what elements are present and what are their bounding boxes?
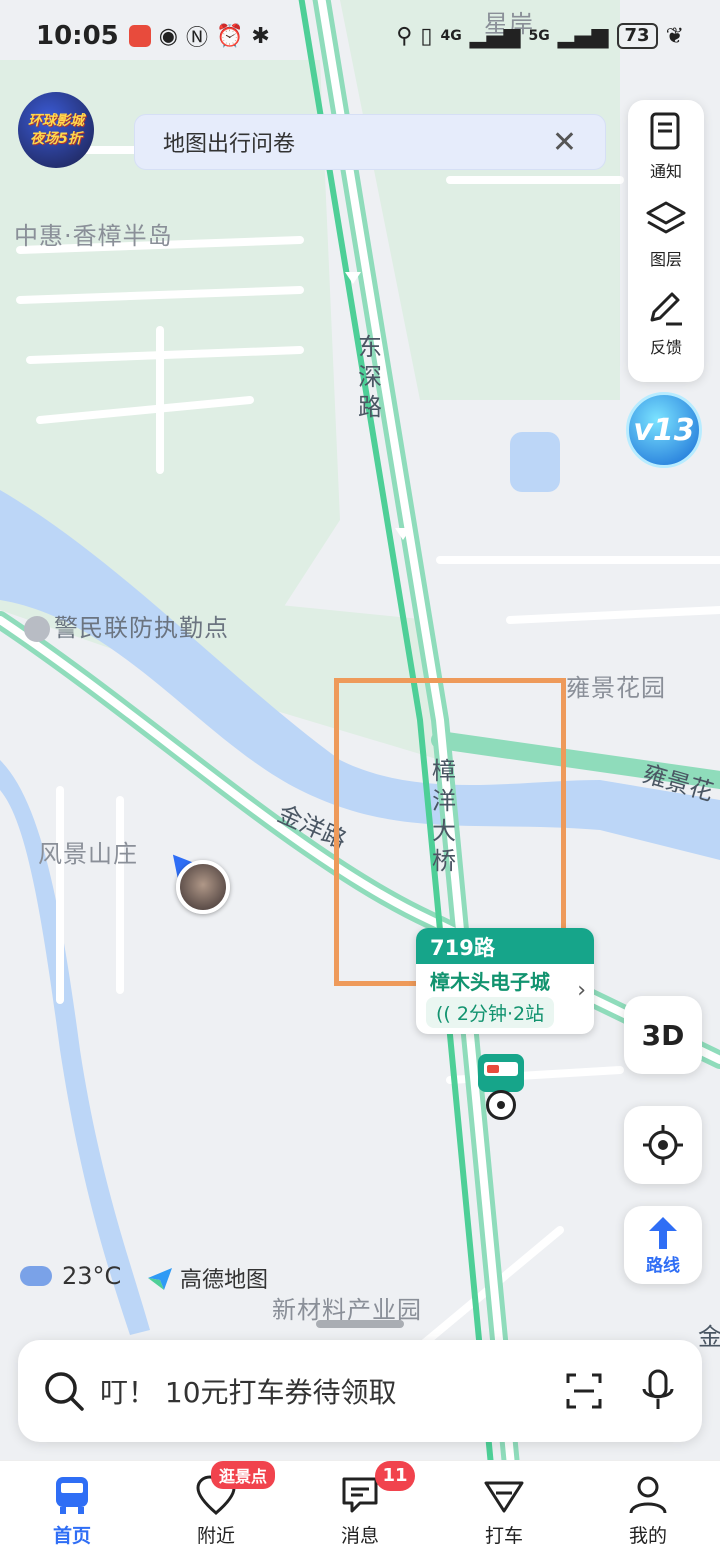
nfc-icon: Ⓝ — [185, 26, 208, 51]
promo-badge[interactable]: 环球影城 夜场5折 — [18, 92, 94, 168]
search-icon — [45, 1372, 84, 1411]
poi-label: 警民联防执勤点 — [24, 608, 229, 643]
poi-label: 中惠·香樟半岛 — [14, 222, 173, 250]
route-button[interactable]: 路线 — [624, 1206, 702, 1284]
signal-icon: ▂▄▆ — [469, 23, 521, 49]
signal-icon: ▂▄▆ — [557, 23, 609, 49]
notice-label: 通知 — [649, 162, 682, 181]
tab-badge: 逛景点 — [211, 1461, 276, 1489]
cloud-icon — [20, 1266, 52, 1286]
alarm-icon: ⏰ — [215, 23, 244, 49]
tab-label: 附近 — [196, 1525, 235, 1547]
tab-label: 首页 — [52, 1525, 91, 1547]
search-bar[interactable]: 叮！ 10元打车券待领取 — [18, 1340, 702, 1442]
layers-button[interactable]: 图层 — [644, 198, 688, 286]
3d-toggle-button[interactable]: 3D — [624, 996, 702, 1074]
user-location-avatar[interactable] — [176, 860, 230, 914]
notice-button[interactable]: 通知 — [644, 110, 688, 198]
close-icon[interactable]: ✕ — [552, 125, 577, 160]
bus-eta: (( 2分钟·2站 — [426, 997, 555, 1028]
locate-button[interactable] — [624, 1106, 702, 1184]
route-arrow-icon — [649, 1216, 677, 1249]
microphone-icon[interactable] — [638, 1369, 678, 1413]
crosshair-icon — [643, 1125, 683, 1165]
brand-logo: 高德地图 — [146, 1262, 268, 1294]
map-tools-panel: 通知 图层 反馈 — [628, 100, 704, 382]
bus-stop-marker — [486, 1090, 516, 1120]
tab-profile[interactable]: 我的 — [593, 1473, 703, 1548]
route-label: 路线 — [646, 1255, 680, 1276]
network-4g-label: 4G — [440, 28, 462, 44]
status-right-icons: ⚲ ▯ 4G ▂▄▆ 5G ▂▄▆ 73 ❦ — [396, 23, 684, 49]
eye-icon: ◉ — [158, 23, 178, 49]
tab-taxi[interactable]: 打车 — [449, 1473, 559, 1548]
feedback-button[interactable]: 反馈 — [644, 286, 688, 374]
promo-line2: 夜场5折 — [30, 131, 82, 147]
network-5g-label: 5G — [528, 28, 550, 44]
app-notification-icon — [128, 25, 151, 47]
user-icon — [629, 1476, 667, 1514]
tab-nearby[interactable]: 逛景点 附近 — [161, 1461, 276, 1548]
taxi-icon — [484, 1481, 524, 1513]
bus-arrival-card[interactable]: 719路 樟木头电子城 (( 2分钟·2站 › — [416, 928, 594, 1034]
signal-wave-icon: (( — [436, 1003, 451, 1025]
road-label: 东深路 — [358, 333, 382, 421]
bluetooth-icon: ✱ — [251, 23, 270, 49]
bus-stop-name: 樟木头电子城 — [430, 970, 550, 994]
tab-label: 消息 — [340, 1525, 379, 1547]
status-left-icons: ◉ Ⓝ ⏰ ✱ — [128, 20, 270, 52]
tab-label: 打车 — [484, 1525, 523, 1547]
search-promo-text: 叮！ 10元打车券待领取 — [100, 1376, 397, 1409]
unread-count-badge: 11 — [375, 1461, 415, 1491]
survey-text: 地图出行问卷 — [163, 132, 296, 157]
drag-handle[interactable] — [316, 1320, 404, 1328]
notice-icon — [650, 112, 680, 150]
bottom-tab-bar: 首页 逛景点 附近 11 消息 打车 我的 — [0, 1460, 720, 1560]
road-label: 金 — [698, 1323, 720, 1351]
bus-icon — [56, 1477, 88, 1514]
vibrate-icon: ▯ — [420, 23, 433, 49]
brand-name: 高德地图 — [180, 1268, 269, 1293]
clock: 10:05 — [36, 21, 119, 51]
survey-banner[interactable]: 地图出行问卷 ✕ — [134, 114, 606, 170]
location-icon: ⚲ — [396, 23, 413, 49]
status-bar: 10:05 ◉ Ⓝ ⏰ ✱ ⚲ ▯ 4G ▂▄▆ 5G ▂▄▆ 73 ❦ — [0, 0, 720, 72]
chevron-right-icon: › — [577, 978, 586, 1003]
scan-icon[interactable] — [564, 1371, 604, 1411]
layers-icon — [646, 201, 686, 234]
poi-label: 风景山庄 — [38, 840, 138, 868]
star-pin-icon — [24, 616, 50, 642]
feedback-label: 反馈 — [649, 338, 682, 357]
poi-label: 雍景花园 — [566, 674, 666, 702]
tab-home[interactable]: 首页 — [17, 1473, 127, 1548]
tab-messages[interactable]: 11 消息 — [305, 1461, 415, 1548]
vip-level-badge[interactable]: v13 — [626, 392, 702, 468]
promo-line1: 环球影城 — [28, 113, 84, 129]
weather-temp: 23°C — [62, 1262, 122, 1290]
pencil-icon — [650, 292, 682, 326]
leaf-icon: ❦ — [665, 23, 684, 49]
amap-logo-icon — [148, 1268, 172, 1290]
bus-stop-icon[interactable] — [478, 1054, 524, 1092]
layers-label: 图层 — [649, 250, 682, 269]
weather-widget[interactable]: 23°C — [20, 1262, 121, 1290]
bus-route-name: 719路 — [416, 928, 594, 964]
battery-level: 73 — [616, 23, 658, 49]
tab-label: 我的 — [628, 1525, 667, 1547]
